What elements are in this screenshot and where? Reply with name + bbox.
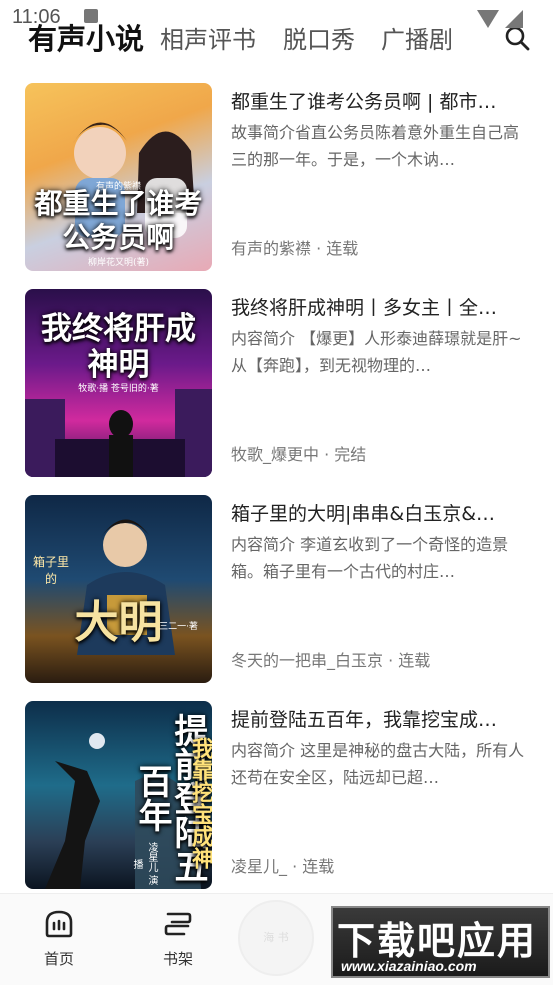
book-title: 箱子里的大明|串串&白玉京&… <box>231 503 496 525</box>
nav-shelf-label: 书架 <box>162 950 193 968</box>
book-cover: 我终将肝成神明 牧歌·播 苍号旧的·著 <box>25 289 212 477</box>
book-description: 内容简介 李道玄收到了一个奇怪的造景箱。箱子里有一个古代的村庄… <box>231 535 509 581</box>
book-title: 我终将肝成神明丨多女主丨全… <box>231 297 498 319</box>
book-description: 内容简介 这里是神秘的盘古大陆，所有人还苟在安全区，陆远却已超… <box>231 741 525 787</box>
tab-crosstalk[interactable]: 相声评书 <box>160 20 256 55</box>
book-title: 都重生了谁考公务员啊 | 都市… <box>231 91 497 113</box>
book-cover: 有声的紫襟 都重生了谁考公务员啊 柳岸花又明(著) <box>25 83 212 271</box>
tab-talk-show[interactable]: 脱口秀 <box>283 20 355 55</box>
book-meta: 凌星儿_ · 连载 <box>231 857 335 876</box>
nav-home-label: 首页 <box>43 950 74 968</box>
nav-shelf[interactable]: 书架 <box>148 908 208 969</box>
book-item[interactable]: 有声的紫襟 都重生了谁考公务员啊 柳岸花又明(著) 都重生了谁考公务员啊 | 都… <box>25 83 535 271</box>
book-description: 内容简介 【爆更】人形泰迪薛璟就是肝~ 从【奔跑】，到无视物理的… <box>231 329 522 375</box>
signal-icon <box>505 10 523 28</box>
book-cover: 箱子里的 大明 三二一·著 <box>25 495 212 683</box>
status-time: 11:06 <box>12 6 61 28</box>
watermark-logo: 下载吧应用 www.xiazainiao.com <box>331 906 550 978</box>
book-item[interactable]: 箱子里的 大明 三二一·著 箱子里的大明|串串&白玉京&… 内容简介 李道玄收到… <box>25 495 535 683</box>
notification-icon <box>84 9 98 23</box>
book-title: 提前登陆五百年，我靠挖宝成… <box>231 709 498 731</box>
cover-title: 我终将肝成神明 <box>41 311 196 383</box>
watermark-url: www.xiazainiao.com <box>341 958 477 974</box>
cover-author: 凌星儿 演播 <box>131 842 157 886</box>
book-item[interactable]: 提前登陆五百年 我靠挖宝成神 凌星儿 演播 提前登陆五百年，我靠挖宝成… 内容简… <box>25 701 535 889</box>
status-icons <box>475 6 535 36</box>
home-icon <box>45 910 73 938</box>
cover-subtitle: 箱子里的 <box>32 555 69 586</box>
book-item[interactable]: 我终将肝成神明 牧歌·播 苍号旧的·著 我终将肝成神明丨多女主丨全… 内容简介 … <box>25 289 535 477</box>
wifi-icon <box>477 10 499 28</box>
book-meta: 冬天的一把串_白玉京 · 连载 <box>231 651 431 670</box>
play-button[interactable]: 海 书 <box>238 900 314 976</box>
nav-home[interactable]: 首页 <box>29 908 89 969</box>
book-meta: 有声的紫襟 · 连载 <box>231 239 359 258</box>
cover-title: 都重生了谁考公务员啊 <box>34 187 203 254</box>
cover-author: 牧歌·播 苍号旧的·著 <box>78 384 159 394</box>
category-tabs: 有声小说 相声评书 脱口秀 广播剧 <box>0 14 553 64</box>
bookshelf-icon <box>164 912 192 936</box>
tab-radio-drama[interactable]: 广播剧 <box>381 20 453 55</box>
cover-author: 柳岸花又明(著) <box>87 258 150 268</box>
cover-subtitle: 我靠挖宝成神 <box>188 737 212 869</box>
cover-author: 三二一·著 <box>159 622 198 632</box>
book-meta: 牧歌_爆更中 · 完结 <box>231 445 367 464</box>
book-description: 故事简介省直公务员陈着意外重生自己高三的那一年。于是，一个木讷… <box>231 123 520 169</box>
watermark-title: 下载吧应用 <box>337 919 538 963</box>
book-cover: 提前登陆五百年 我靠挖宝成神 凌星儿 演播 <box>25 701 212 889</box>
